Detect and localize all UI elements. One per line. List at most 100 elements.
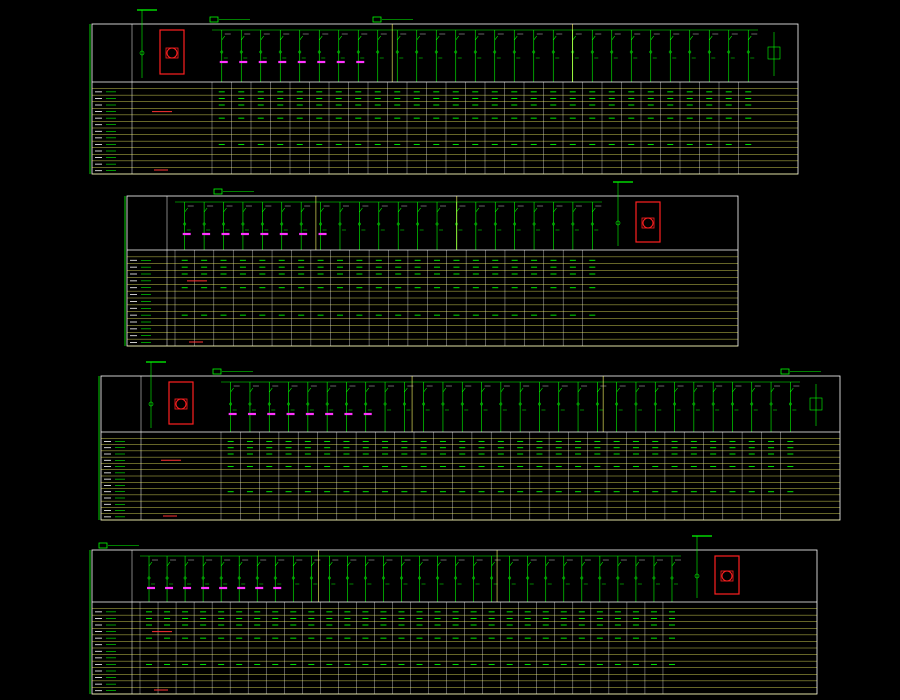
feeder-circuit [552, 202, 563, 250]
feeder-circuit [383, 382, 395, 432]
breaker-icon [553, 207, 557, 213]
feeder-circuit [260, 202, 272, 250]
feeder-circuit [562, 556, 573, 602]
breaker-icon [300, 207, 305, 213]
breaker-icon [527, 561, 531, 567]
feeder-circuit [363, 382, 375, 432]
feeder-circuit [692, 382, 703, 432]
feeder-circuit [273, 556, 285, 602]
breaker-icon [280, 35, 284, 41]
feeder-circuit [297, 30, 309, 82]
feeder-circuit [454, 556, 465, 602]
panel-layer [89, 9, 841, 695]
feeder-circuit [615, 382, 626, 432]
feeder-circuit [356, 30, 368, 82]
breaker-icon [384, 387, 389, 393]
breaker-icon [572, 35, 576, 41]
feeder-circuit [616, 556, 627, 602]
feeder-circuit [513, 202, 524, 250]
feeder-circuit [415, 30, 426, 82]
feeder-circuit [183, 556, 195, 602]
feeder-circuit [750, 382, 761, 432]
feeder-circuit [670, 556, 681, 602]
breaker-icon [442, 387, 447, 393]
transformer-winding [166, 47, 178, 59]
breaker-icon [635, 561, 640, 567]
breaker-icon [311, 561, 315, 567]
panel-tag [213, 188, 223, 195]
breaker-icon [397, 35, 401, 41]
breaker-icon [256, 561, 261, 567]
panel-tag [780, 368, 790, 375]
breaker-icon [166, 561, 171, 567]
breaker-icon [416, 35, 420, 41]
breaker-icon [238, 561, 243, 567]
panel-tag [209, 16, 219, 23]
feeder-circuit [237, 556, 249, 602]
feeder-circuit [344, 382, 356, 432]
feeder-circuit [418, 556, 429, 602]
breaker-icon [653, 561, 658, 567]
feeder-circuit [576, 382, 588, 432]
feeder-circuit [165, 556, 177, 602]
feeder-circuit [474, 202, 485, 250]
feeder-circuit [395, 30, 407, 82]
feeder-circuit [357, 202, 369, 250]
panel-tag [212, 368, 222, 375]
transformer-icon [635, 201, 661, 243]
panel-frame [100, 375, 841, 521]
transformer-winding [642, 217, 654, 229]
breaker-icon [631, 35, 635, 41]
feeder-circuit [240, 202, 252, 250]
feeder-circuit [493, 30, 504, 82]
feeder-circuit [727, 30, 738, 82]
feeder-circuit [336, 30, 348, 82]
transformer-winding [175, 398, 187, 410]
breaker-icon [269, 387, 273, 393]
breaker-icon [326, 387, 331, 393]
feeder-circuit [182, 202, 194, 250]
breaker-icon [275, 561, 279, 567]
feeder-circuit [634, 556, 645, 602]
feeder-circuit [219, 30, 231, 82]
breaker-icon [242, 207, 247, 213]
breaker-icon [202, 561, 207, 567]
electrical-schematic-drawing [89, 9, 841, 695]
transformer-icon [168, 381, 194, 425]
feeder-circuit [711, 382, 723, 432]
breaker-icon [650, 35, 654, 41]
feeder-circuit [201, 556, 213, 602]
breaker-icon [455, 35, 459, 41]
transformer-box [159, 29, 185, 75]
feeder-circuit [255, 556, 267, 602]
feeder-circuit [382, 556, 393, 602]
feeder-circuit [219, 556, 231, 602]
breaker-icon [436, 207, 441, 213]
panel-tag [372, 16, 382, 23]
breaker-icon [230, 387, 234, 393]
feeder-circuit [590, 30, 602, 82]
feeder-circuit [327, 556, 339, 602]
panel-frame [91, 549, 818, 695]
breaker-icon [770, 387, 775, 393]
feeder-circuit [472, 556, 483, 602]
breaker-icon [307, 387, 312, 393]
breaker-icon [671, 561, 676, 567]
breaker-icon [241, 35, 245, 41]
transformer-winding [721, 570, 733, 582]
feeder-circuit [551, 30, 563, 82]
feeder-circuit [338, 202, 349, 250]
feeder-circuit [454, 30, 465, 82]
feeder-circuit [688, 30, 699, 82]
breaker-icon [184, 207, 188, 213]
breaker-icon [635, 387, 640, 393]
breaker-icon [563, 561, 568, 567]
breaker-icon [249, 387, 254, 393]
feeder-circuit [769, 382, 781, 432]
feeder-circuit [610, 30, 621, 82]
feeder-circuit [526, 556, 537, 602]
breaker-icon [481, 387, 485, 393]
breaker-icon [436, 35, 440, 41]
feeder-circuit [707, 30, 719, 82]
breaker-icon [581, 561, 586, 567]
